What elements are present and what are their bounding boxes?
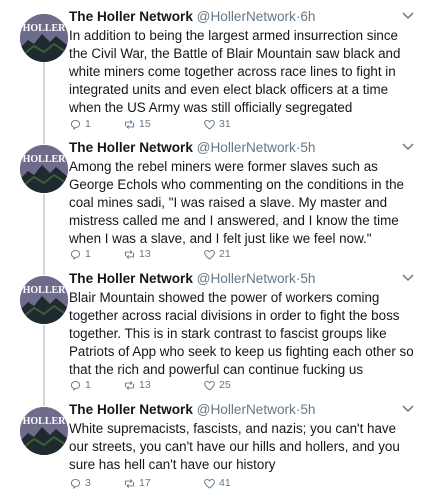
tweet-time[interactable]: 5h — [300, 140, 315, 155]
tweet-actions: 1 13 25 — [69, 377, 369, 393]
author-handle[interactable]: @HollerNetwork — [197, 9, 296, 24]
avatar-logo-text: HOLLER — [23, 23, 67, 34]
reply-button[interactable]: 1 — [69, 116, 91, 132]
author-handle[interactable]: @HollerNetwork — [197, 402, 296, 417]
retweet-icon — [124, 249, 135, 259]
more-options-button[interactable] — [402, 12, 414, 24]
author-name[interactable]: The Holler Network — [69, 140, 193, 155]
heart-icon — [204, 249, 215, 260]
reply-button[interactable]: 1 — [69, 377, 91, 393]
like-button[interactable]: 25 — [203, 377, 231, 393]
avatar-logo-icon: HOLLER — [20, 407, 68, 455]
heart-icon — [204, 478, 215, 489]
more-options-button[interactable] — [402, 405, 414, 417]
tweet-time[interactable]: 5h — [300, 402, 315, 417]
tweet[interactable]: HOLLER The Holler Network @HollerNetwork… — [0, 265, 425, 400]
author-handle[interactable]: @HollerNetwork — [197, 271, 296, 286]
avatar[interactable]: HOLLER — [20, 407, 68, 455]
reply-button[interactable]: 1 — [69, 246, 91, 262]
like-count: 31 — [219, 117, 231, 130]
retweet-count: 17 — [139, 476, 151, 489]
avatar[interactable]: HOLLER — [20, 145, 68, 193]
chevron-down-icon — [402, 405, 414, 413]
chevron-down-icon — [402, 143, 414, 151]
tweet-header: The Holler Network @HollerNetwork·6h — [69, 8, 395, 26]
avatar-logo-text: HOLLER — [23, 416, 67, 427]
like-button[interactable]: 21 — [203, 246, 231, 262]
chevron-down-icon — [402, 12, 414, 20]
tweet-header: The Holler Network @HollerNetwork·5h — [69, 139, 395, 157]
retweet-icon — [124, 119, 135, 129]
like-count: 25 — [219, 378, 231, 391]
retweet-count: 15 — [139, 117, 151, 130]
tweet-actions: 1 15 31 — [69, 116, 369, 132]
avatar-logo-text: HOLLER — [23, 154, 67, 165]
reply-icon — [70, 119, 81, 130]
reply-count: 1 — [85, 247, 91, 260]
more-options-button[interactable] — [402, 274, 414, 286]
retweet-button[interactable]: 13 — [123, 377, 151, 393]
avatar[interactable]: HOLLER — [20, 276, 68, 324]
reply-icon — [70, 380, 81, 391]
reply-button[interactable]: 3 — [69, 475, 91, 491]
tweet-thread: HOLLER The Holler Network @HollerNetwork… — [0, 0, 425, 500]
thread-line — [43, 325, 45, 400]
retweet-button[interactable]: 15 — [123, 116, 151, 132]
tweet-header: The Holler Network @HollerNetwork·5h — [69, 401, 395, 419]
avatar-logo-text: HOLLER — [23, 285, 67, 296]
reply-count: 1 — [85, 117, 91, 130]
thread-line — [43, 265, 45, 275]
retweet-button[interactable]: 13 — [123, 246, 151, 262]
thread-line — [43, 194, 45, 269]
reply-icon — [70, 478, 81, 489]
tweet-text: Among the rebel miners were former slave… — [69, 159, 404, 246]
author-name[interactable]: The Holler Network — [69, 9, 193, 24]
tweet-header: The Holler Network @HollerNetwork·5h — [69, 270, 395, 288]
tweet[interactable]: HOLLER The Holler Network @HollerNetwork… — [0, 134, 425, 269]
tweet[interactable]: HOLLER The Holler Network @HollerNetwork… — [0, 0, 425, 138]
tweet-text: Blair Mountain showed the power of worke… — [69, 290, 414, 377]
reply-count: 1 — [85, 378, 91, 391]
like-count: 41 — [219, 476, 231, 489]
tweet-actions: 3 17 41 — [69, 475, 369, 491]
tweet-time[interactable]: 5h — [300, 271, 315, 286]
author-name[interactable]: The Holler Network — [69, 402, 193, 417]
avatar[interactable]: HOLLER — [20, 14, 68, 62]
heart-icon — [204, 119, 215, 130]
like-count: 21 — [219, 247, 231, 260]
retweet-count: 13 — [139, 378, 151, 391]
tweet-actions: 1 13 21 — [69, 246, 369, 262]
avatar-logo-icon: HOLLER — [20, 145, 68, 193]
thread-line — [43, 134, 45, 144]
heart-icon — [204, 380, 215, 391]
author-name[interactable]: The Holler Network — [69, 271, 193, 286]
more-options-button[interactable] — [402, 143, 414, 155]
retweet-icon — [124, 380, 135, 390]
retweet-icon — [124, 478, 135, 488]
tweet-time[interactable]: 6h — [300, 9, 315, 24]
thread-line — [43, 396, 45, 406]
reply-icon — [70, 249, 81, 260]
retweet-button[interactable]: 17 — [123, 475, 151, 491]
retweet-count: 13 — [139, 247, 151, 260]
like-button[interactable]: 31 — [203, 116, 231, 132]
reply-count: 3 — [85, 476, 91, 489]
author-handle[interactable]: @HollerNetwork — [197, 140, 296, 155]
tweet-text: In addition to being the largest armed i… — [69, 28, 401, 115]
thread-line — [43, 62, 45, 138]
tweet-text: White supremacists, fascists, and nazis;… — [69, 421, 400, 472]
avatar-logo-icon: HOLLER — [20, 14, 68, 62]
like-button[interactable]: 41 — [203, 475, 231, 491]
tweet[interactable]: HOLLER The Holler Network @HollerNetwork… — [0, 396, 425, 500]
chevron-down-icon — [402, 274, 414, 282]
avatar-logo-icon: HOLLER — [20, 276, 68, 324]
